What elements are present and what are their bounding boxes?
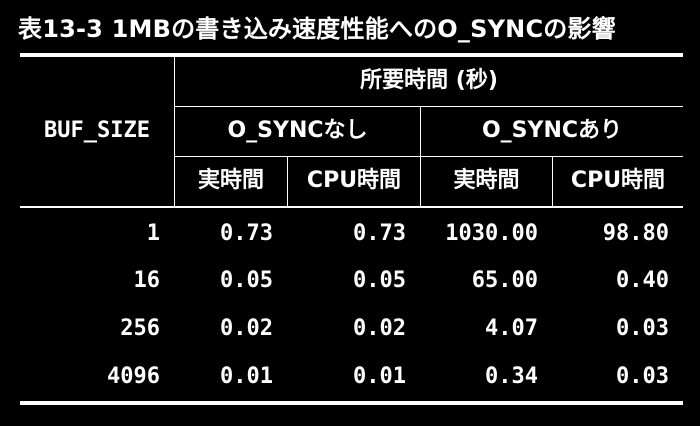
table-cell: 0.02 [353, 316, 406, 341]
table-top-rule [20, 53, 683, 57]
table-cell: 0.05 [353, 268, 406, 293]
table-cell: 0.02 [220, 316, 273, 341]
column-header: CPU時間 [570, 168, 666, 193]
table-caption: 表13-3 1MBの書き込み速度性能へのO_SYNCの影響 [18, 15, 616, 43]
subgroup-header-with: O_SYNCあり [481, 118, 623, 143]
table-cell: 0.03 [616, 316, 669, 341]
table-cell: 65.00 [471, 268, 538, 293]
row-label-header: BUF_SIZE [44, 118, 150, 143]
table-cell: 1030.00 [445, 221, 538, 246]
header-divider [174, 106, 683, 107]
table-cell: 0.73 [220, 221, 273, 246]
header-divider [174, 156, 683, 157]
table-cell-buf-size: 256 [120, 316, 160, 341]
group-header: 所要時間 (秒) [360, 68, 498, 93]
table-cell: 0.05 [220, 268, 273, 293]
table-cell: 98.80 [602, 221, 669, 246]
table-bottom-rule [20, 401, 683, 405]
column-header: 実時間 [453, 168, 520, 193]
table-cell: 4.07 [485, 316, 538, 341]
table-cell: 0.34 [485, 364, 538, 389]
subgroup-header-without: O_SYNCなし [227, 118, 368, 143]
header-bottom-rule [20, 206, 683, 208]
table-cell: 0.40 [616, 268, 669, 293]
table-cell-buf-size: 1 [146, 221, 160, 246]
table-cell: 0.01 [353, 364, 406, 389]
table-cell: 0.03 [616, 364, 669, 389]
table-cell: 0.73 [353, 221, 406, 246]
column-header: CPU時間 [306, 168, 402, 193]
table-cell-buf-size: 4096 [107, 364, 160, 389]
table-cell-buf-size: 16 [133, 268, 161, 293]
column-header: 実時間 [197, 168, 264, 193]
table-cell: 0.01 [220, 364, 273, 389]
